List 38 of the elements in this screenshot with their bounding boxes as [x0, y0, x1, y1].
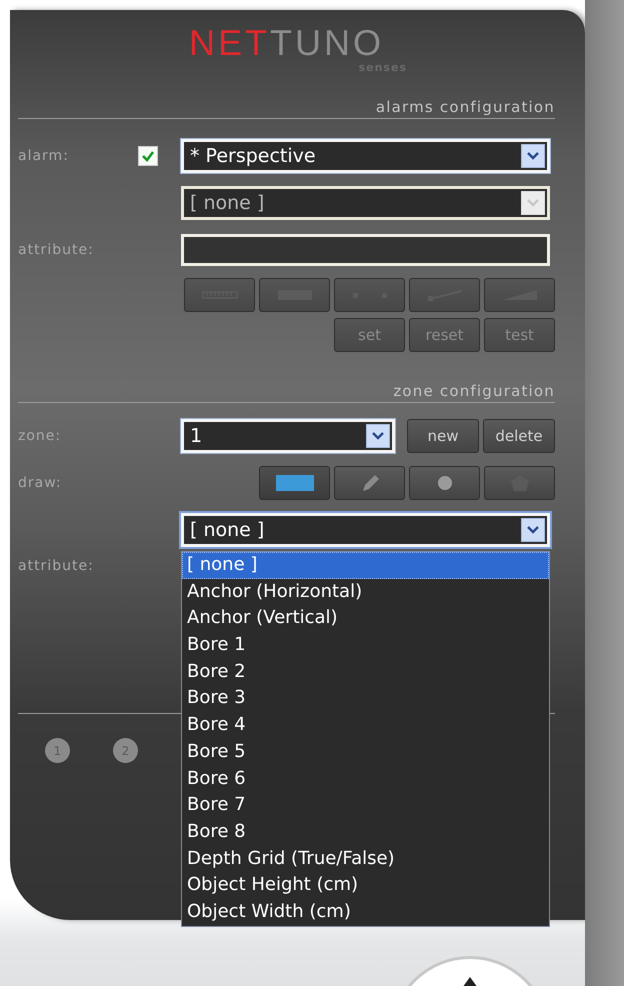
- section-heading: zone configuration: [393, 382, 555, 400]
- chevron-icon: [526, 525, 540, 535]
- dropdown[interactable]: 1: [181, 419, 395, 453]
- dropdown[interactable]: [ none ]: [181, 513, 550, 547]
- dropdown[interactable]: * Perspective: [181, 139, 550, 173]
- field-label: draw:: [18, 475, 63, 491]
- checkmark-icon: [141, 150, 155, 162]
- rectangle-icon: [276, 473, 314, 493]
- draw-tool-button[interactable]: [334, 466, 405, 500]
- dropdown-option[interactable]: Bore 7: [182, 792, 549, 819]
- field-label: alarm:: [18, 148, 70, 164]
- action-button[interactable]: new: [407, 419, 479, 453]
- section-heading: alarms configuration: [376, 98, 555, 116]
- dropdown-option[interactable]: Object Height (cm): [182, 872, 549, 899]
- dropdown-option[interactable]: Bore 6: [182, 766, 549, 792]
- field-label: zone:: [18, 428, 62, 444]
- draw-tool-button[interactable]: [259, 466, 330, 500]
- dropdown-option[interactable]: Bore 5: [182, 738, 549, 766]
- dropdown-option[interactable]: Bore 3: [182, 685, 549, 712]
- dropdown-option[interactable]: Bore 2: [182, 658, 549, 686]
- attribute-field[interactable]: [181, 234, 550, 266]
- checkbox[interactable]: [138, 146, 158, 166]
- dropdown-option[interactable]: Bore 4: [182, 712, 549, 739]
- dropdown-option[interactable]: Anchor (Vertical): [182, 605, 549, 632]
- dropdown-option[interactable]: [ none ]: [182, 552, 549, 579]
- dropdown-option[interactable]: Bore 1: [182, 632, 549, 659]
- dropdown-option[interactable]: Object Width (cm): [182, 898, 549, 926]
- field-label: attribute:: [18, 242, 95, 258]
- chevron-icon: [371, 431, 385, 441]
- logo: NETTUNO: [189, 24, 384, 62]
- dropdown-option[interactable]: Bore 8: [182, 818, 549, 846]
- chevron-icon: [526, 151, 540, 161]
- chevron-icon: [526, 198, 540, 208]
- field-label: attribute:: [18, 558, 95, 574]
- dropdown-option[interactable]: Anchor (Horizontal): [182, 578, 549, 606]
- draw-tool-button[interactable]: [409, 466, 480, 500]
- dropdown-option[interactable]: Depth Grid (True/False): [182, 846, 549, 872]
- action-button[interactable]: delete: [483, 419, 555, 453]
